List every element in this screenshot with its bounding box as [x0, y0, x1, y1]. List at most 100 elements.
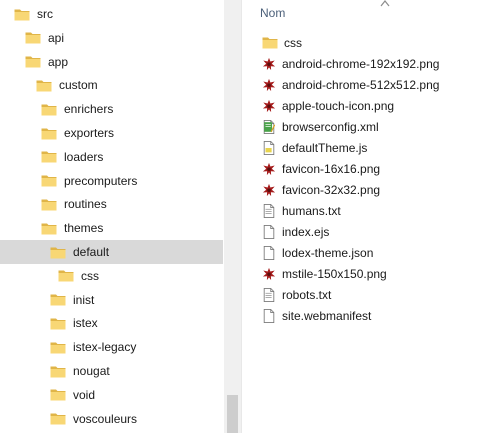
- folder-icon: [50, 389, 66, 401]
- folder-icon: [50, 366, 66, 377]
- folder-icon: [50, 342, 66, 354]
- file-item-label: browserconfig.xml: [282, 119, 379, 134]
- tree-item-precomputers[interactable]: precomputers: [0, 169, 223, 193]
- tree-item-enrichers[interactable]: enrichers: [0, 97, 223, 121]
- tree-item-nougat[interactable]: nougat: [0, 359, 223, 383]
- generic-file-icon: [263, 224, 275, 239]
- tree-item-api[interactable]: api: [0, 26, 223, 50]
- png-image-icon: [262, 78, 276, 91]
- tree-item-label: app: [48, 54, 69, 69]
- tree-scrollbar-thumb[interactable]: [227, 395, 238, 433]
- png-image-icon: [262, 57, 276, 70]
- png-image-icon: [262, 162, 276, 175]
- folder-icon: [14, 9, 30, 20]
- file-item-label: favicon-16x16.png: [282, 161, 381, 176]
- folder-icon: [50, 247, 66, 258]
- tree-item-label: custom: [59, 78, 98, 93]
- file-item[interactable]: humans.txt: [262, 200, 341, 221]
- tree-scrollbar[interactable]: [224, 0, 241, 433]
- file-item[interactable]: apple-touch-icon.png: [262, 95, 394, 116]
- tree-item-void[interactable]: void: [0, 383, 223, 407]
- tree-item-istex-legacy[interactable]: istex-legacy: [0, 335, 223, 359]
- tree-item-label: void: [73, 387, 96, 402]
- file-item-label: defaultTheme.js: [282, 140, 368, 155]
- file-item-label: robots.txt: [282, 287, 332, 302]
- file-item[interactable]: index.ejs: [262, 221, 329, 242]
- folder-icon: [41, 175, 57, 187]
- file-item[interactable]: defaultTheme.js: [262, 137, 367, 158]
- folder-icon: [41, 151, 57, 163]
- file-item-label: lodex-theme.json: [282, 245, 374, 260]
- file-item[interactable]: mstile-150x150.png: [262, 263, 387, 284]
- tree-item-routines[interactable]: routines: [0, 192, 223, 216]
- tree-item-default[interactable]: default: [0, 240, 223, 264]
- file-item[interactable]: favicon-32x32.png: [262, 179, 380, 200]
- tree-item-label: precomputers: [64, 173, 138, 188]
- file-item[interactable]: browserconfig.xml: [262, 116, 379, 137]
- tree-item-label: default: [73, 245, 110, 259]
- tree-item-label: istex: [73, 316, 98, 331]
- tree-item-inist[interactable]: inist: [0, 288, 223, 312]
- tree-item-label: inist: [73, 292, 95, 307]
- column-header-name[interactable]: Nom: [260, 6, 285, 20]
- tree-item-label: src: [37, 7, 53, 21]
- generic-file-icon: [263, 245, 275, 260]
- png-image-icon: [262, 183, 276, 196]
- js-file-icon: [263, 140, 275, 155]
- file-item[interactable]: android-chrome-192x192.png: [262, 53, 439, 74]
- folder-icon: [58, 270, 74, 282]
- tree-item-themes[interactable]: themes: [0, 216, 223, 240]
- file-item-label: apple-touch-icon.png: [282, 98, 395, 113]
- text-file-icon: [263, 287, 275, 302]
- file-item-label: android-chrome-512x512.png: [282, 77, 440, 92]
- tree-item-app[interactable]: app: [0, 50, 223, 74]
- tree-item-label: istex-legacy: [73, 340, 137, 355]
- tree-item-label: api: [48, 30, 65, 45]
- tree-item-voscouleurs[interactable]: voscouleurs: [0, 407, 223, 431]
- file-item-label: index.ejs: [282, 224, 330, 239]
- folder-icon: [41, 223, 57, 235]
- file-item[interactable]: favicon-16x16.png: [262, 158, 380, 179]
- file-item[interactable]: android-chrome-512x512.png: [262, 74, 439, 95]
- file-item-label: humans.txt: [282, 203, 341, 218]
- file-item[interactable]: robots.txt: [262, 284, 331, 305]
- text-file-icon: [263, 203, 275, 218]
- tree-item-css[interactable]: css: [0, 264, 223, 288]
- tree-item-label: voscouleurs: [73, 411, 138, 426]
- tree-item-label: css: [81, 268, 99, 283]
- folder-icon: [36, 80, 52, 92]
- file-item-label: css: [284, 35, 302, 50]
- folder-icon: [41, 128, 57, 139]
- tree-item-label: enrichers: [64, 102, 114, 117]
- file-item-label: favicon-32x32.png: [282, 182, 381, 197]
- generic-file-icon: [263, 308, 275, 323]
- folder-icon: [41, 199, 57, 211]
- file-item[interactable]: css: [262, 32, 302, 53]
- file-item-label: site.webmanifest: [282, 308, 372, 323]
- folder-icon: [262, 37, 278, 49]
- folder-icon: [41, 104, 57, 116]
- chevron-up-icon: [380, 0, 390, 7]
- folder-icon: [50, 318, 66, 330]
- tree-item-exporters[interactable]: exporters: [0, 121, 223, 145]
- tree-item-label: nougat: [73, 364, 110, 378]
- tree-item-istex[interactable]: istex: [0, 311, 223, 335]
- folder-icon: [25, 56, 41, 68]
- tree-item-loaders[interactable]: loaders: [0, 145, 223, 169]
- folder-icon: [25, 32, 41, 44]
- tree-item-label: loaders: [64, 149, 104, 164]
- file-item-label: android-chrome-192x192.png: [282, 56, 440, 71]
- folder-icon: [50, 294, 66, 306]
- tree-item-custom[interactable]: custom: [0, 73, 223, 97]
- tree-item-label: themes: [64, 221, 104, 236]
- tree-item-label: routines: [64, 197, 107, 212]
- tree-item-src[interactable]: src: [0, 2, 223, 26]
- file-item-label: mstile-150x150.png: [282, 266, 387, 281]
- xml-file-icon: [263, 119, 276, 134]
- navigation-tree-pane: src api app custom enrichers exporters loaders…: [0, 0, 240, 433]
- file-item[interactable]: site.webmanifest: [262, 305, 371, 326]
- png-image-icon: [262, 99, 276, 112]
- tree-item-label: exporters: [64, 126, 115, 140]
- folder-icon: [50, 413, 66, 425]
- file-item[interactable]: lodex-theme.json: [262, 242, 373, 263]
